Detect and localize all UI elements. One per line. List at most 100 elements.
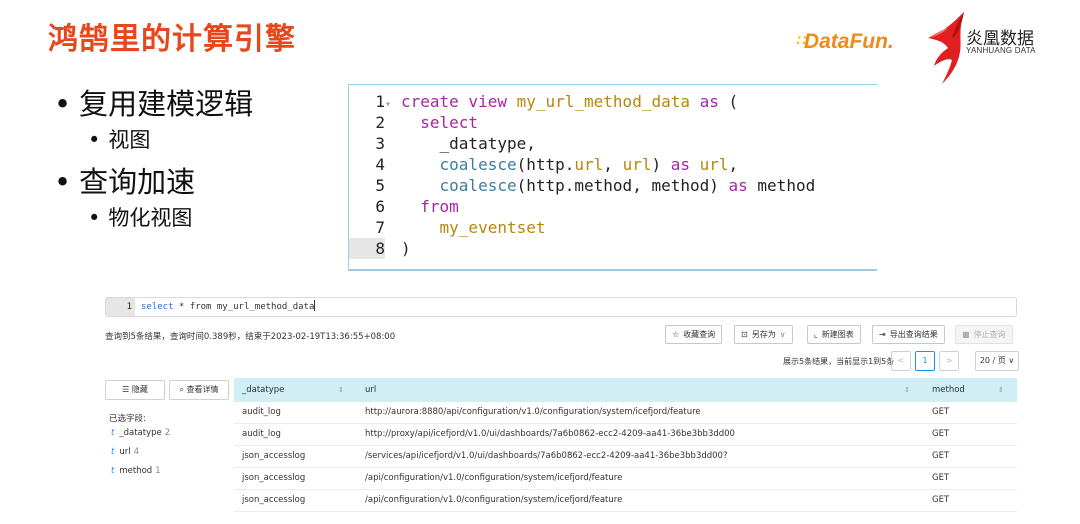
table-row[interactable]: audit_log http://aurora:8880/api/configur… [234, 402, 1017, 424]
column-header-datatype[interactable]: _datatype [242, 378, 284, 402]
datafun-dots-icon: ∷ [796, 32, 805, 48]
column-header-url[interactable]: url [365, 378, 376, 402]
page-size-label: 20 / 页 [979, 356, 1006, 365]
column-header-method[interactable]: method [932, 378, 965, 402]
code-text: create view my_url_method_data as ( [401, 91, 738, 112]
save-query-button[interactable]: ☆ 收藏查询 [665, 325, 723, 344]
sql-code-editor[interactable]: 1▾ create view my_url_method_data as (2 s… [348, 84, 877, 271]
table-row[interactable]: audit_log http://proxy/api/icefjord/v1.0/… [234, 424, 1017, 446]
star-icon: ☆ [672, 330, 680, 339]
code-token: method [747, 176, 816, 195]
code-token: (http. [516, 155, 575, 174]
code-line[interactable]: 6 from [349, 196, 877, 217]
table-row[interactable]: json_accesslog/api/configuration/v1.0/co… [234, 490, 1017, 512]
hide-fields-button[interactable]: ☰ 隐藏 [105, 380, 165, 400]
table-cell: http://aurora:8880/api/configuration/v1.… [365, 407, 701, 417]
code-token: , [603, 155, 623, 174]
hide-icon: ☰ [122, 385, 130, 394]
code-token: my_url_method_data [516, 92, 690, 111]
field-count: 4 [133, 447, 140, 457]
table-row[interactable]: json_accesslog/api/configuration/v1.0/co… [234, 468, 1017, 490]
field-item[interactable]: t _datatype 2 [111, 428, 170, 438]
table-cell: json_accesslog [242, 495, 306, 505]
code-token: coalesce [439, 155, 517, 174]
code-line[interactable]: 5 coalesce(http.method, method) as metho… [349, 175, 877, 196]
code-token: select [420, 113, 479, 132]
table-cell: GET [932, 495, 950, 505]
stop-query-label: 停止查询 [973, 330, 1006, 339]
code-text: coalesce(http.method, method) as method [401, 175, 816, 196]
sub-bullet-text: 物化视图 [108, 206, 193, 230]
table-cell: GET [932, 407, 950, 417]
slide-title: 鸿鹄里的计算引擎 [48, 22, 296, 57]
code-line[interactable]: 1▾ create view my_url_method_data as ( [349, 91, 877, 112]
code-token: create view [401, 92, 517, 111]
sub-bullet-text: 视图 [108, 128, 151, 152]
save-as-button[interactable]: ⊡ 另存为 ∨ [734, 325, 793, 344]
query-input[interactable]: 1 select * from my_url_method_data [105, 297, 1017, 317]
bullet-list: • 复用建模逻辑 • 视图 • 查询加速 • 物化视图 [54, 84, 253, 234]
export-label: 导出查询结果 [889, 330, 938, 339]
query-text[interactable]: select * from my_url_method_data [135, 300, 316, 312]
new-chart-button[interactable]: ⌞ 新建图表 [807, 325, 861, 344]
code-token: my_eventset [439, 218, 546, 237]
bullet-item: • 复用建模逻辑 [54, 87, 254, 121]
sub-bullet-item: • 视图 [88, 128, 151, 152]
chevron-left-icon: < [897, 356, 905, 365]
code-line[interactable]: 8 ) [349, 238, 877, 259]
field-item[interactable]: t method 1 [111, 466, 161, 476]
stop-query-button[interactable]: ■ 停止查询 [955, 325, 1013, 344]
code-text: coalesce(http.url, url) as url, [401, 154, 739, 175]
query-status: 查询到5条结果，查询时间0.389秒，结束于2023-02-19T13:36:5… [105, 332, 396, 342]
sort-icon[interactable]: ⇕ [998, 378, 1004, 402]
code-token: (http.method, method) [516, 176, 729, 195]
chevron-down-icon: ∨ [779, 330, 786, 339]
chevron-down-icon: ∨ [1008, 356, 1015, 365]
table-cell: GET [932, 429, 950, 439]
code-text: ) [401, 238, 411, 259]
table-cell: http://proxy/api/icefjord/v1.0/ui/dashbo… [365, 429, 735, 439]
sort-icon[interactable]: ⇕ [338, 378, 344, 402]
export-results-button[interactable]: ⇥ 导出查询结果 [872, 325, 945, 344]
code-token: as [728, 176, 748, 195]
table-cell: /api/configuration/v1.0/configuration/sy… [365, 495, 623, 505]
field-item[interactable]: t url 4 [111, 447, 139, 457]
table-cell: /api/configuration/v1.0/configuration/sy… [365, 473, 623, 483]
new-chart-label: 新建图表 [821, 330, 854, 339]
page-number-button[interactable]: 1 [915, 351, 935, 371]
code-line[interactable]: 4 coalesce(http.url, url) as url, [349, 154, 877, 175]
code-line[interactable]: 2 select [349, 112, 877, 133]
code-token: from [420, 197, 459, 216]
code-line[interactable]: 7 my_eventset [349, 217, 877, 238]
line-number: 1 [106, 298, 135, 316]
page-size-select[interactable]: 20 / 页 ∨ [975, 351, 1019, 371]
table-body: audit_log http://aurora:8880/api/configur… [234, 402, 1017, 512]
save-as-label: 另存为 [751, 330, 776, 339]
text-type-icon: t [111, 466, 115, 476]
field-name: _datatype [119, 428, 162, 438]
table-cell: audit_log [242, 407, 281, 417]
hide-label: 隐藏 [131, 385, 148, 394]
stop-icon: ■ [962, 330, 970, 339]
code-token: _datatype, [401, 134, 536, 153]
view-details-button[interactable]: ⌕ 查看详情 [169, 380, 229, 400]
search-icon: ⌕ [179, 385, 184, 394]
pagination-info: 展示5条结果，当前显示1到5条 [783, 357, 895, 366]
code-line[interactable]: 3 _datatype, [349, 133, 877, 154]
save-query-label: 收藏查询 [683, 330, 716, 339]
next-page-button[interactable]: > [939, 351, 959, 371]
line-number: 8 [349, 238, 385, 259]
line-number: 3 [375, 134, 385, 153]
code-text: select [401, 112, 478, 133]
chevron-right-icon: > [945, 356, 953, 365]
prev-page-button[interactable]: < [891, 351, 911, 371]
text-type-icon: t [111, 428, 115, 438]
code-token: url [699, 155, 729, 174]
code-token: url [574, 155, 604, 174]
field-name: url [119, 447, 131, 457]
text-cursor [314, 300, 316, 311]
table-row[interactable]: json_accesslog/services/api/icefjord/v1.… [234, 446, 1017, 468]
sort-icon[interactable]: ⇕ [904, 378, 910, 402]
